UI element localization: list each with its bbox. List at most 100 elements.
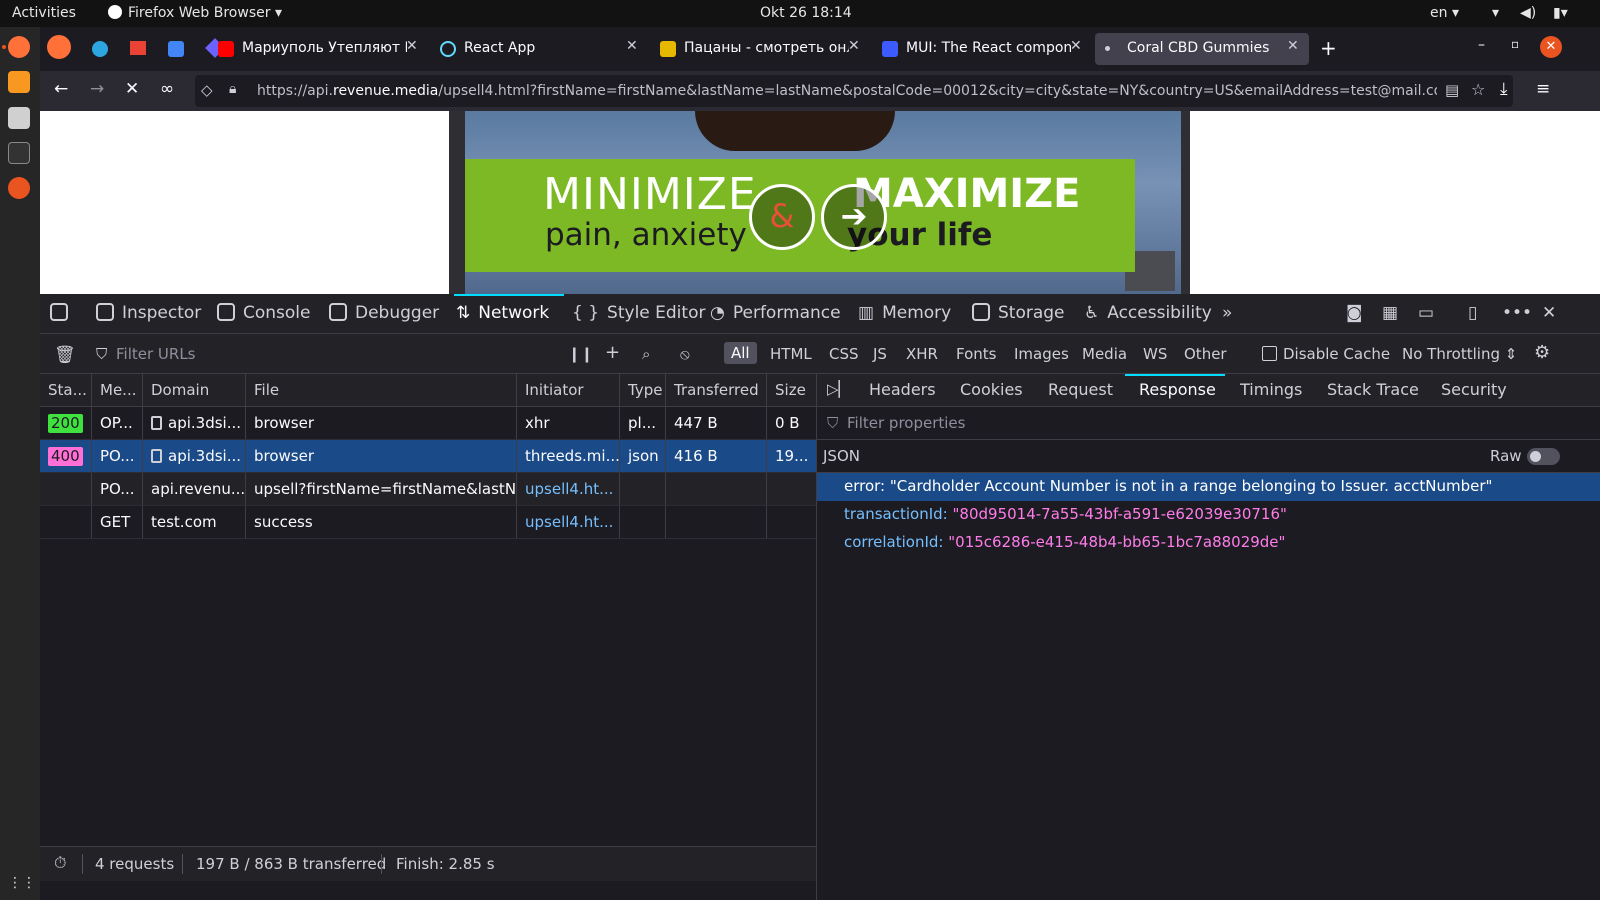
table-row[interactable]: PO... api.revenu... upsell?firstName=fir… — [40, 473, 816, 506]
filter-images[interactable]: Images — [1014, 345, 1069, 363]
files-dock-icon[interactable] — [8, 107, 30, 129]
trash-icon[interactable]: 🗑︎ — [54, 345, 76, 365]
toggle-sidebar-icon[interactable]: ▷▏ — [827, 380, 850, 398]
tab-timings[interactable]: Timings — [1240, 380, 1302, 399]
carousel-prev-button[interactable]: & — [749, 184, 815, 250]
tab-debugger[interactable]: Debugger — [329, 303, 439, 323]
tab-console[interactable]: Console — [217, 303, 311, 323]
minimize-window-button[interactable]: – — [1478, 37, 1485, 53]
tab-react-app[interactable]: React App ✕ — [432, 33, 644, 65]
close-tab-icon[interactable]: ✕ — [1070, 38, 1082, 54]
close-tab-icon[interactable]: ✕ — [626, 38, 638, 54]
terminal-dock-icon[interactable] — [8, 142, 30, 164]
json-row-error[interactable]: error: "Cardholder Account Number is not… — [817, 473, 1600, 501]
hamburger-menu-icon[interactable]: ≡ — [1536, 79, 1550, 99]
json-label[interactable]: JSON — [823, 447, 860, 465]
filter-fonts[interactable]: Fonts — [956, 345, 996, 363]
firefox-menu-icon[interactable] — [47, 35, 71, 59]
close-tab-icon[interactable]: ✕ — [406, 38, 418, 54]
close-devtools-icon[interactable]: ✕ — [1542, 303, 1556, 323]
measure-icon[interactable]: ▭ — [1418, 303, 1434, 323]
shield-icon[interactable]: ◇ — [201, 81, 213, 99]
tab-memory[interactable]: ▥ Memory — [858, 303, 951, 323]
url-text[interactable]: https://api.revenue.media/upsell4.html?f… — [257, 83, 1437, 99]
close-window-button[interactable]: ✕ — [1540, 36, 1562, 58]
filter-properties-input[interactable]: Filter properties — [847, 414, 965, 432]
pause-icon[interactable]: ❙❙ — [568, 345, 593, 363]
responsive-design-icon[interactable]: ▯ — [1468, 303, 1477, 323]
translate-icon[interactable] — [168, 41, 184, 57]
initiator-link[interactable]: upsell4.ht... — [517, 506, 620, 538]
lock-icon[interactable]: 🔒︎ — [229, 81, 236, 97]
tab-response[interactable]: Response — [1139, 380, 1216, 399]
tab-accessibility[interactable]: ♿︎ Accessibility — [1084, 303, 1212, 323]
sublime-dock-icon[interactable] — [8, 71, 30, 93]
checkbox[interactable] — [1262, 346, 1277, 361]
stopwatch-icon[interactable]: ⏱ — [54, 853, 66, 873]
col-type[interactable]: Type — [620, 374, 666, 406]
tab-mariupol[interactable]: Мариуполь Утепляют Вс ✕ — [210, 33, 424, 65]
col-initiator[interactable]: Initiator — [517, 374, 620, 406]
back-button[interactable]: ← — [54, 79, 68, 99]
forward-button[interactable]: → — [90, 79, 104, 99]
search-icon[interactable]: ⌕ — [642, 345, 650, 363]
col-method[interactable]: Me... — [92, 374, 143, 406]
table-row[interactable]: GET test.com success upsell4.ht... — [40, 506, 816, 539]
screenshot-icon[interactable]: ◙ — [1346, 303, 1363, 323]
tab-inspector[interactable]: Inspector — [96, 303, 201, 323]
tab-style-editor[interactable]: { } Style Editor — [572, 303, 705, 323]
language-indicator[interactable]: en ▾ — [1430, 5, 1459, 21]
add-request-icon[interactable]: + — [605, 342, 620, 363]
telegram-icon[interactable] — [92, 41, 108, 57]
url-bar[interactable]: ◇ 🔒︎ https://api.revenue.media/upsell4.h… — [195, 75, 1513, 107]
throttling-select[interactable]: No Throttling ⇕ — [1402, 345, 1517, 363]
download-icon[interactable]: ⤓ — [1500, 79, 1508, 99]
clock[interactable]: Okt 26 18:14 — [760, 5, 852, 21]
col-size[interactable]: Size — [767, 374, 816, 406]
more-options-icon[interactable]: ••• — [1502, 303, 1532, 323]
initiator-link[interactable]: upsell4.ht... — [517, 473, 620, 505]
table-row-selected[interactable]: 400 PO... api.3dsi... browser threeds.mi… — [40, 440, 816, 473]
volume-icon[interactable]: ◀) — [1520, 5, 1536, 21]
apps-grid-icon[interactable]: ⋮⋮ — [8, 875, 36, 897]
filter-css[interactable]: CSS — [829, 345, 859, 363]
filter-other[interactable]: Other — [1184, 345, 1227, 363]
tab-network[interactable]: ⇅ Network — [456, 303, 549, 323]
close-tab-icon[interactable]: ✕ — [848, 38, 860, 54]
wifi-icon[interactable]: ▾ — [1492, 5, 1499, 21]
block-icon[interactable]: ⦸ — [680, 345, 690, 363]
tab-headers[interactable]: Headers — [869, 380, 936, 399]
tab-storage[interactable]: Storage — [972, 303, 1065, 323]
tab-stack-trace[interactable]: Stack Trace — [1327, 380, 1419, 399]
raw-toggle[interactable] — [1527, 448, 1560, 465]
firefox-dock-icon[interactable] — [8, 36, 30, 58]
json-row-transaction-id[interactable]: transactionId: "80d95014-7a55-43bf-a591-… — [817, 501, 1600, 529]
settings-gear-icon[interactable]: ⚙ — [1534, 342, 1550, 363]
filter-html[interactable]: HTML — [770, 345, 812, 363]
tab-cookies[interactable]: Cookies — [960, 380, 1023, 399]
filter-media[interactable]: Media — [1082, 345, 1127, 363]
tab-request[interactable]: Request — [1048, 380, 1113, 399]
maximize-window-button[interactable]: ▫ — [1511, 37, 1519, 51]
col-transferred[interactable]: Transferred — [666, 374, 767, 406]
tab-security[interactable]: Security — [1441, 380, 1507, 399]
close-tab-icon[interactable]: ✕ — [1287, 38, 1299, 54]
element-picker-icon[interactable] — [50, 303, 68, 323]
activities-button[interactable]: Activities — [12, 5, 76, 21]
filter-ws[interactable]: WS — [1143, 345, 1167, 363]
gmail-icon[interactable] — [130, 41, 146, 55]
table-row[interactable]: 200 OP... api.3dsi... browser xhr pl... … — [40, 407, 816, 440]
private-mode-icon[interactable]: ∞ — [160, 79, 174, 99]
tab-mui[interactable]: MUI: The React compone ✕ — [874, 33, 1088, 65]
col-domain[interactable]: Domain — [143, 374, 246, 406]
json-row-correlation-id[interactable]: correlationId: "015c6286-e415-48b4-bb65-… — [817, 529, 1600, 557]
tab-coral-cbd[interactable]: Coral CBD Gummies ✕ — [1095, 33, 1309, 65]
more-tabs-icon[interactable]: » — [1222, 303, 1232, 323]
tab-performance[interactable]: ◔ Performance — [710, 303, 841, 323]
carousel-next-button[interactable]: ➔ — [821, 184, 887, 250]
new-tab-button[interactable]: + — [1320, 36, 1337, 60]
filter-all[interactable]: All — [724, 342, 757, 364]
tab-patsany[interactable]: Пацаны - смотреть онла ✕ — [652, 33, 866, 65]
filter-urls-input[interactable]: Filter URLs — [116, 345, 196, 363]
battery-icon[interactable]: ▮▾ — [1553, 5, 1568, 21]
